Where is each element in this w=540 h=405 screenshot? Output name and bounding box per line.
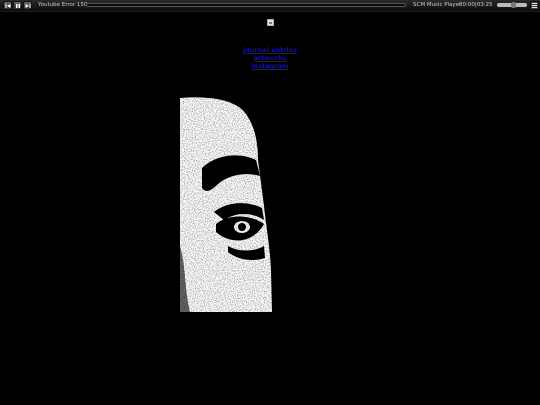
player-name: SCM Music Player	[413, 2, 462, 8]
menu-button[interactable]	[530, 1, 539, 10]
time-display: 00:00|03:25	[459, 2, 493, 8]
track-title: Youtube Error 150	[38, 2, 88, 8]
nav-links: journal entries artworks instagram	[200, 46, 340, 70]
prev-button[interactable]	[3, 1, 12, 10]
pause-button[interactable]	[13, 1, 22, 10]
progress-bar[interactable]	[86, 3, 406, 7]
volume-knob[interactable]	[510, 2, 516, 8]
broken-image-icon	[267, 19, 274, 26]
link-instagram[interactable]: instagram	[200, 62, 340, 70]
pause-icon	[16, 4, 20, 8]
prev-icon	[5, 4, 11, 8]
high-contrast-face-photo	[180, 96, 272, 312]
music-player-bar: Youtube Error 150 SCM Music Player 00:00…	[0, 0, 540, 12]
link-journal-entries[interactable]: journal entries	[200, 46, 340, 54]
link-artworks[interactable]: artworks	[200, 54, 340, 62]
next-icon	[25, 4, 31, 8]
next-button[interactable]	[23, 1, 32, 10]
volume-slider[interactable]	[497, 2, 527, 8]
